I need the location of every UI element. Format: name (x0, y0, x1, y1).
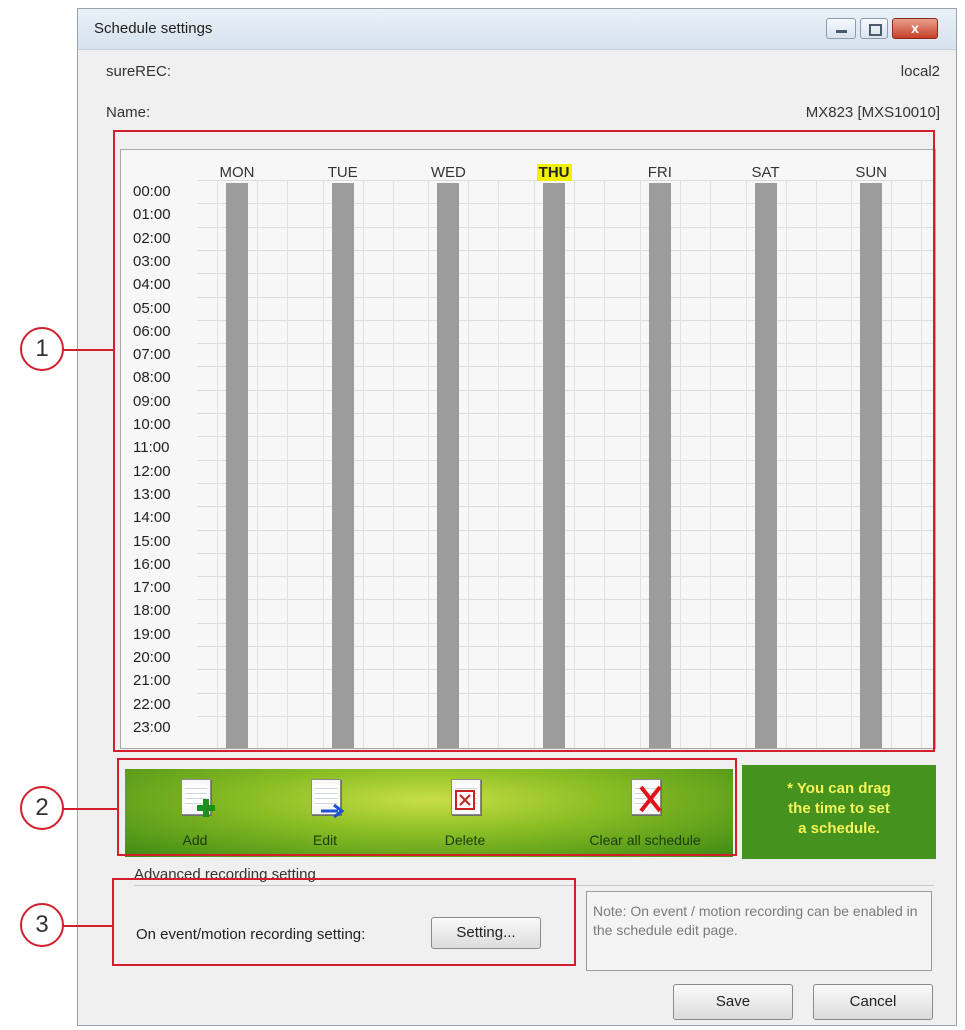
callout-3: 3 (20, 903, 64, 947)
drag-tip: * You can drag the time to set a schedul… (742, 765, 936, 859)
save-button[interactable]: Save (673, 984, 793, 1020)
tip-line-1: * You can drag (787, 780, 891, 797)
callout-1: 1 (20, 327, 64, 371)
annotation-box-3 (112, 878, 576, 966)
close-button[interactable]: x (892, 18, 938, 39)
surerec-label: sureREC: (106, 63, 172, 80)
tip-line-3: a schedule. (798, 820, 880, 837)
surerec-value: local2 (900, 63, 940, 80)
cancel-button[interactable]: Cancel (813, 984, 933, 1020)
minimize-button[interactable] (826, 18, 856, 39)
annotation-box-2 (117, 758, 737, 856)
window-title: Schedule settings (94, 20, 213, 37)
callout-line-3 (62, 925, 113, 927)
callout-line-1 (62, 349, 114, 351)
name-label: Name: (106, 104, 151, 121)
close-icon: x (911, 20, 919, 36)
tip-line-2: the time to set (788, 800, 890, 817)
name-value: MX823 [MXS10010] (805, 104, 940, 121)
maximize-button[interactable] (860, 18, 888, 39)
title-bar[interactable]: Schedule settings x (78, 9, 956, 50)
callout-2: 2 (20, 786, 64, 830)
annotation-box-1 (113, 130, 935, 752)
note-box: Note: On event / motion recording can be… (586, 891, 932, 971)
callout-line-2 (62, 808, 118, 810)
